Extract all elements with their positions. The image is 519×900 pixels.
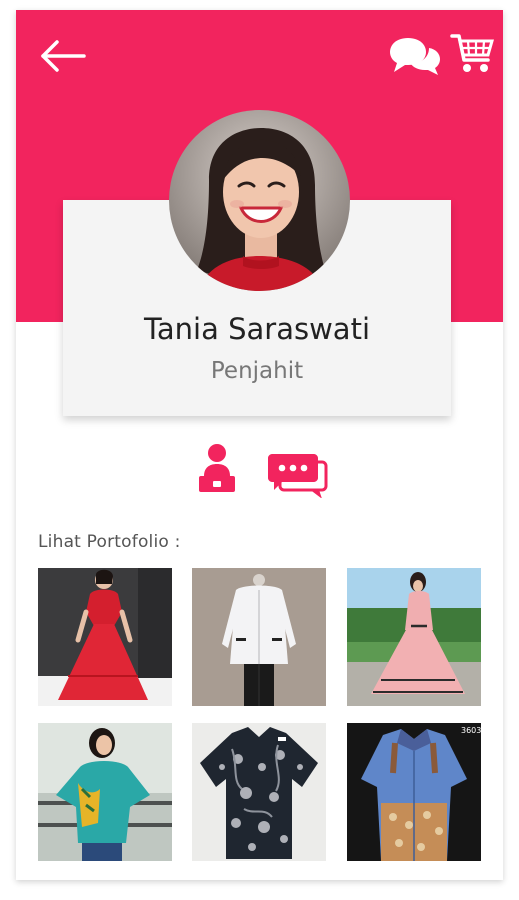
back-button[interactable] (38, 36, 88, 76)
cart-button[interactable] (450, 32, 494, 76)
portfolio-item-red-dress[interactable] (38, 568, 172, 706)
portfolio-label: Lihat Portofolio : (38, 532, 181, 552)
portfolio-item-black-batik-shirt[interactable] (192, 723, 326, 861)
arrow-left-icon (41, 40, 86, 72)
profile-role: Penjahit (210, 358, 304, 384)
message-button[interactable] (268, 452, 328, 499)
tailor-icon (199, 444, 235, 492)
chat-button[interactable] (388, 34, 442, 76)
message-icon (268, 454, 328, 499)
avatar (169, 110, 350, 291)
shopping-cart-icon (450, 34, 494, 72)
portfolio-item-white-jacket[interactable] (192, 568, 326, 706)
tailor-profile-button[interactable] (196, 442, 238, 496)
chat-bubbles-icon (390, 38, 440, 75)
portfolio-item-pink-gown[interactable] (347, 568, 481, 706)
portfolio-item-teal-batik-blouse[interactable] (38, 723, 172, 861)
portfolio-item-blue-batik-shirt[interactable]: 3603 (347, 723, 481, 861)
profile-name: Tania Saraswati (143, 312, 370, 346)
product-tag-label: 3603 (461, 726, 481, 735)
profile-screen: Tania Saraswati Penjahit Lihat Portofoli… (16, 10, 503, 880)
